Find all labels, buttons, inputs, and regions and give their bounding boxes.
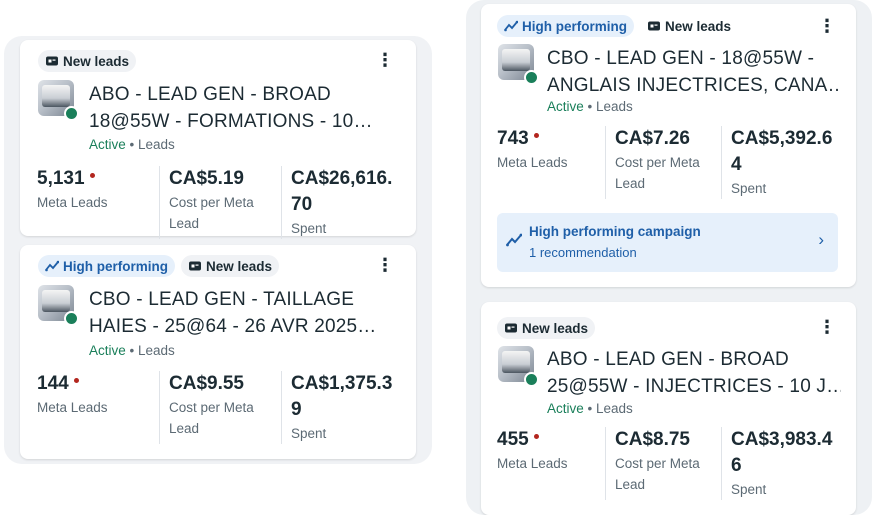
results-label: Meta Leads: [37, 195, 108, 210]
new-leads-badge: New leads: [640, 15, 738, 37]
cost-per-result-value: CA$8.75: [615, 429, 690, 450]
alert-dot: [533, 434, 539, 440]
campaign-card[interactable]: New leads ⋮ ABO - LEAD GEN - BROAD 25@55…: [481, 302, 856, 515]
active-status-dot: [524, 372, 539, 387]
amount-spent-label: Spent: [291, 221, 327, 236]
recommendation-banner[interactable]: High performing campaign 1 recommendatio…: [497, 213, 838, 272]
campaign-title[interactable]: CBO - LEAD GEN - TAILLAGE HAIES - 25@64 …: [89, 286, 401, 340]
trend-up-icon: [506, 233, 522, 247]
cost-per-result-value: CA$5.19: [169, 168, 244, 189]
results-label: Meta Leads: [37, 400, 108, 415]
campaign-title[interactable]: ABO - LEAD GEN - BROAD 25@55W - INJECTRI…: [547, 346, 841, 400]
alert-dot: [533, 133, 539, 139]
alert-dot: [89, 173, 95, 179]
high-performing-badge: High performing: [497, 15, 634, 37]
alert-dot: [73, 378, 79, 384]
trend-up-icon: [504, 20, 518, 32]
results-value: 743: [497, 126, 605, 152]
campaign-status: Active • Leads: [89, 343, 175, 358]
trend-up-icon: [45, 260, 59, 272]
recommendation-count: 1 recommendation: [529, 245, 637, 260]
metrics-row: 5,131 Meta Leads CA$5.19 Cost per Meta Le…: [37, 166, 401, 239]
active-status-dot: [524, 70, 539, 85]
active-status-dot: [64, 106, 79, 121]
lead-form-icon: [46, 56, 58, 66]
cost-per-result-label: Cost per Meta Lead: [169, 195, 254, 231]
lead-form-icon: [189, 261, 201, 271]
new-leads-badge: New leads: [181, 255, 280, 277]
amount-spent-label: Spent: [291, 426, 327, 441]
more-options-button[interactable]: ⋮: [817, 316, 837, 338]
campaign-title[interactable]: ABO - LEAD GEN - BROAD 18@55W - FORMATIO…: [89, 81, 401, 135]
high-performing-badge: High performing: [38, 255, 175, 277]
campaign-title[interactable]: CBO - LEAD GEN - 18@55W - ANGLAIS INJECT…: [547, 45, 841, 99]
amount-spent-value: CA$26,616. 70: [291, 168, 393, 215]
cost-per-result-label: Cost per Meta Lead: [615, 456, 700, 492]
recommendation-title: High performing campaign: [529, 224, 701, 239]
new-leads-badge: New leads: [38, 50, 137, 72]
results-label: Meta Leads: [497, 456, 568, 471]
metrics-row: 144 Meta Leads CA$9.55 Cost per Meta Lead…: [37, 371, 401, 444]
amount-spent-value: CA$1,375.3 9: [291, 373, 393, 420]
ad-thumbnail: [38, 80, 79, 121]
ad-thumbnail: [498, 346, 539, 387]
lead-form-icon: [505, 323, 517, 333]
chevron-right-icon[interactable]: ›: [818, 230, 824, 250]
campaign-card[interactable]: New leads ⋮ ABO - LEAD GEN - BROAD 18@55…: [20, 40, 416, 239]
results-value: 144: [37, 371, 159, 397]
cost-per-result-label: Cost per Meta Lead: [615, 155, 700, 191]
more-options-button[interactable]: ⋮: [375, 49, 395, 71]
results-label: Meta Leads: [497, 155, 568, 170]
amount-spent-value: CA$5,392.6 4: [731, 128, 833, 175]
metrics-row: 743 Meta Leads CA$7.26 Cost per Meta Lead…: [497, 126, 837, 199]
amount-spent-value: CA$3,983.4 6: [731, 429, 833, 476]
cost-per-result-label: Cost per Meta Lead: [169, 400, 254, 436]
campaign-status: Active • Leads: [89, 137, 175, 152]
ad-thumbnail: [498, 44, 539, 85]
cost-per-result-value: CA$9.55: [169, 373, 244, 394]
active-status-dot: [64, 311, 79, 326]
metrics-row: 455 Meta Leads CA$8.75 Cost per Meta Lead…: [497, 427, 837, 500]
more-options-button[interactable]: ⋮: [817, 15, 837, 37]
campaign-card[interactable]: High performing New leads ⋮ CBO - LEAD G…: [20, 245, 416, 459]
cost-per-result-value: CA$7.26: [615, 128, 690, 149]
campaign-status: Active • Leads: [547, 401, 633, 416]
campaign-status: Active • Leads: [547, 99, 633, 114]
results-value: 5,131: [37, 166, 159, 192]
results-value: 455: [497, 427, 605, 453]
campaign-card[interactable]: High performing New leads ⋮ CBO - LEAD G…: [481, 4, 856, 287]
ad-thumbnail: [38, 285, 79, 326]
more-options-button[interactable]: ⋮: [375, 254, 395, 276]
new-leads-badge: New leads: [497, 317, 596, 339]
amount-spent-label: Spent: [731, 482, 767, 497]
lead-form-icon: [648, 21, 660, 31]
amount-spent-label: Spent: [731, 181, 767, 196]
